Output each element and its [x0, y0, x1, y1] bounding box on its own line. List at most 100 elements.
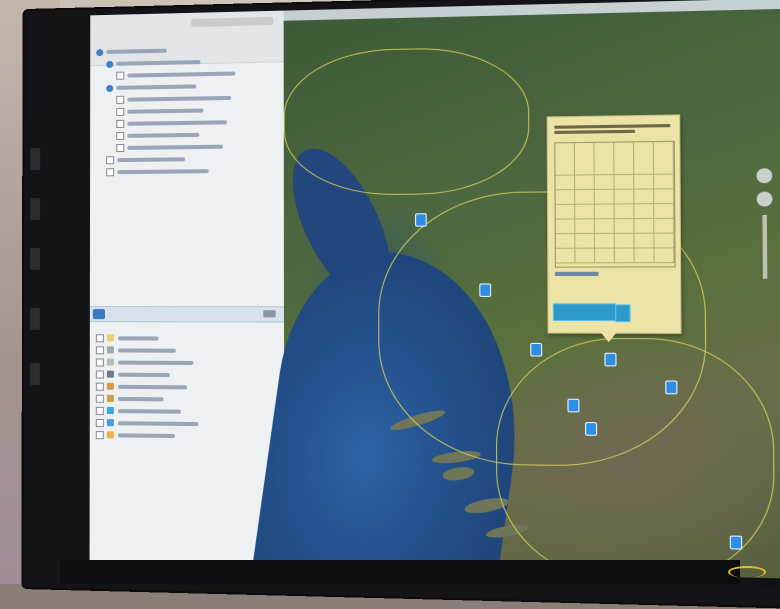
layer-tree-item[interactable]	[96, 92, 277, 105]
popup-button-icon[interactable]	[615, 304, 631, 323]
layer-checkbox-icon[interactable]	[116, 143, 125, 153]
legend-tab[interactable]	[89, 306, 284, 323]
popup-table-header-cell	[614, 142, 635, 175]
map-marker-icon[interactable]	[479, 283, 492, 297]
layer-checkbox-icon[interactable]	[95, 394, 104, 403]
layer-checkbox-icon[interactable]	[116, 131, 125, 141]
layer-checkbox-icon[interactable]	[95, 382, 104, 391]
layer-tree-item[interactable]	[96, 129, 277, 142]
popup-table-cell	[594, 189, 615, 204]
popup-table-header-cell	[634, 142, 655, 174]
popup-table-cell	[654, 204, 675, 218]
legend-item[interactable]	[95, 370, 278, 380]
popup-table-cell	[614, 204, 635, 219]
map-marker-icon[interactable]	[604, 352, 617, 367]
popup-table-cell	[555, 190, 576, 204]
legend-item[interactable]	[95, 333, 278, 343]
layer-tree-label	[127, 95, 232, 102]
legend-tab-icon	[92, 309, 105, 320]
layer-tree-label	[106, 48, 167, 54]
zoom-in-icon[interactable]	[756, 168, 773, 184]
layer-checkbox-icon[interactable]	[106, 156, 115, 165]
monitor-button[interactable]	[29, 308, 40, 331]
layer-checkbox-icon[interactable]	[95, 406, 104, 415]
layer-tree	[96, 41, 278, 179]
popup-table-cell	[654, 233, 675, 248]
map-marker-icon[interactable]	[665, 380, 678, 395]
popup-table-cell	[594, 204, 615, 219]
layer-tree-item[interactable]	[96, 80, 277, 93]
monitor-button[interactable]	[30, 197, 41, 221]
layer-checkbox-icon[interactable]	[106, 168, 115, 177]
layer-checkbox-icon[interactable]	[95, 430, 104, 439]
layer-tree-item[interactable]	[96, 104, 277, 117]
popup-table-row	[555, 248, 675, 264]
monitor-button[interactable]	[29, 363, 40, 386]
layer-tree-label	[127, 120, 228, 126]
legend-item[interactable]	[95, 357, 278, 367]
legend-item[interactable]	[95, 382, 278, 393]
legend-label	[117, 420, 199, 426]
layer-tree-item[interactable]	[96, 116, 277, 129]
legend-list	[95, 330, 278, 444]
legend-item[interactable]	[95, 418, 278, 429]
popup-table-cell	[555, 175, 576, 190]
popup-table-cell	[634, 204, 655, 219]
map-marker-icon[interactable]	[729, 535, 743, 550]
monitor-bezel	[60, 560, 740, 584]
zoom-slider[interactable]	[762, 214, 768, 279]
popup-table-cell	[614, 189, 635, 204]
layer-tree-label	[116, 84, 197, 90]
popup-table-cell	[575, 189, 595, 204]
layer-checkbox-icon[interactable]	[95, 333, 104, 342]
layer-tree-item[interactable]	[96, 68, 277, 82]
popup-table-header-cell	[574, 142, 595, 175]
popup-table-cell	[614, 174, 635, 189]
popup-tail	[601, 332, 617, 343]
monitor-button[interactable]	[30, 148, 41, 171]
layer-tree-item[interactable]	[96, 165, 278, 177]
layer-tree-item[interactable]	[96, 153, 278, 165]
layers-panel	[89, 10, 285, 576]
map-marker-icon[interactable]	[567, 398, 580, 413]
popup-table-cell	[575, 219, 596, 234]
legend-item[interactable]	[95, 430, 278, 441]
layer-checkbox-icon[interactable]	[95, 357, 104, 367]
popup-table-cell	[634, 218, 655, 233]
layer-checkbox-icon[interactable]	[95, 418, 104, 427]
legend-item[interactable]	[95, 394, 278, 405]
collapse-icon[interactable]	[263, 310, 276, 318]
layer-checkbox-icon[interactable]	[116, 119, 125, 128]
layer-checkbox-icon[interactable]	[116, 71, 125, 80]
legend-label	[117, 396, 164, 401]
legend-item[interactable]	[95, 406, 278, 417]
popup-table-cell	[575, 204, 595, 219]
monitor-button[interactable]	[30, 247, 40, 270]
popup-action-button[interactable]	[552, 303, 631, 323]
legend-label	[117, 408, 181, 414]
popup-table-cell	[594, 219, 615, 233]
globe-icon	[106, 60, 114, 68]
cable	[728, 566, 766, 578]
layer-checkbox-icon[interactable]	[95, 370, 104, 379]
popup-table-cell	[634, 248, 655, 263]
popup-table-cell	[575, 175, 595, 190]
layer-checkbox-icon[interactable]	[95, 345, 104, 354]
map-view[interactable]	[251, 0, 780, 587]
layer-tree-item[interactable]	[96, 55, 277, 69]
popup-table-cell	[654, 248, 675, 263]
map-marker-icon[interactable]	[530, 342, 543, 357]
popup-link[interactable]	[554, 271, 599, 277]
layer-checkbox-icon[interactable]	[116, 95, 125, 104]
popup-table-cell	[654, 189, 675, 204]
zoom-out-icon[interactable]	[756, 191, 773, 207]
layer-tree-item[interactable]	[96, 141, 277, 153]
map-marker-icon[interactable]	[415, 213, 427, 227]
legend-swatch	[106, 382, 114, 390]
popup-table-cell	[594, 175, 615, 189]
legend-label	[118, 372, 170, 377]
layer-checkbox-icon[interactable]	[116, 107, 125, 116]
legend-item[interactable]	[95, 345, 278, 355]
map-marker-icon[interactable]	[585, 421, 598, 436]
popup-table-cell	[595, 248, 615, 263]
